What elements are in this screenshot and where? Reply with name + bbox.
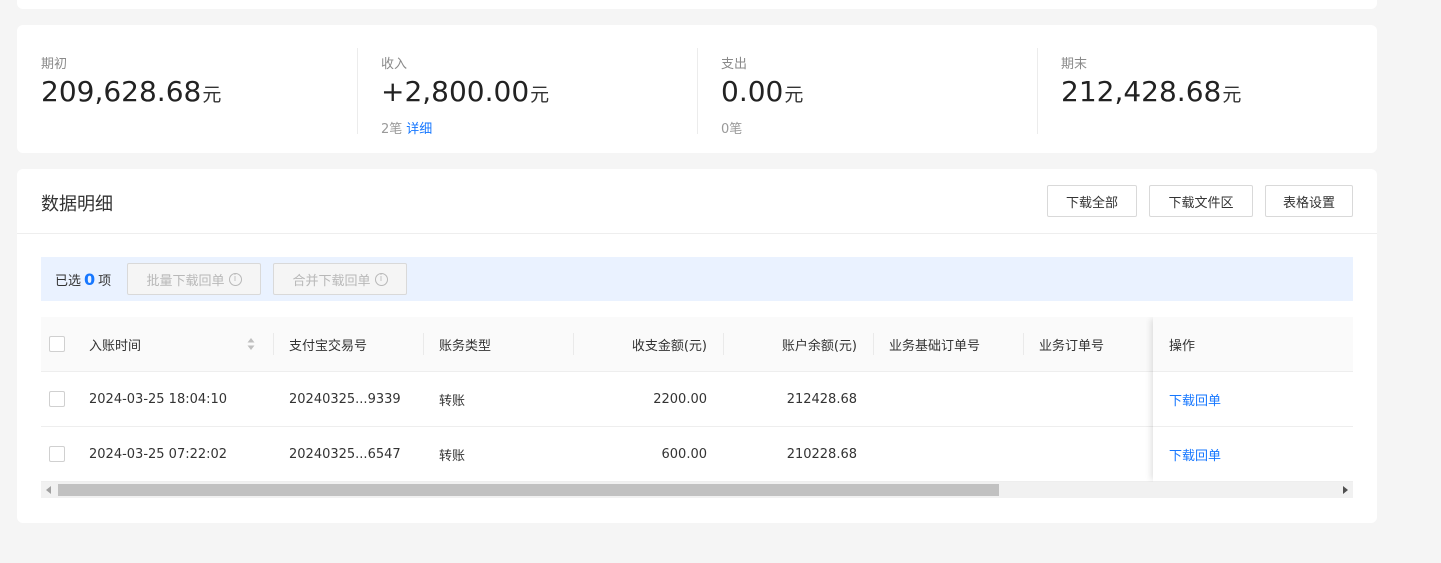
summary-opening: 期初 209,628.68元 bbox=[41, 25, 357, 153]
selection-bar: 已选 0 项 批量下载回单 i 合并下载回单 i bbox=[41, 257, 1353, 301]
income-count: 2笔 bbox=[381, 122, 403, 137]
download-receipt-link[interactable]: 下载回单 bbox=[1169, 445, 1221, 464]
col-order: 业务订单号 bbox=[1039, 339, 1105, 354]
info-icon: i bbox=[374, 272, 388, 286]
batch-download-label: 批量下载回单 bbox=[146, 273, 225, 289]
opening-label: 期初 bbox=[41, 57, 68, 72]
summary-divider bbox=[1037, 48, 1038, 134]
cell-time: 2024-03-25 07:22:02 bbox=[89, 447, 228, 462]
income-detail-link[interactable]: 详细 bbox=[406, 122, 432, 137]
income-unit: 元 bbox=[530, 84, 550, 106]
summary-divider bbox=[357, 48, 358, 134]
detail-divider bbox=[17, 233, 1377, 234]
summary-income: 收入 +2,800.00元 2笔 详细 bbox=[381, 25, 697, 153]
horizontal-scrollbar[interactable] bbox=[41, 482, 1353, 498]
col-base-order: 业务基础订单号 bbox=[889, 339, 981, 354]
col-amount: 收支金额(元) bbox=[631, 339, 707, 354]
col-type: 账务类型 bbox=[439, 339, 492, 354]
expense-amount: 0.00 bbox=[721, 75, 784, 108]
summary-closing: 期末 212,428.68元 bbox=[1061, 25, 1361, 153]
select-all-checkbox[interactable] bbox=[49, 336, 65, 352]
column-separator bbox=[873, 333, 874, 355]
col-action-label: 操作 bbox=[1169, 338, 1196, 354]
cell-alipay-no: 20240325...9339 bbox=[289, 392, 401, 407]
closing-value: 212,428.68元 bbox=[1061, 75, 1241, 108]
download-receipt-link[interactable]: 下载回单 bbox=[1169, 390, 1221, 409]
cell-balance: 212428.68 bbox=[786, 392, 857, 407]
closing-amount: 212,428.68 bbox=[1061, 75, 1222, 108]
batch-download-button[interactable]: 批量下载回单 i bbox=[127, 263, 261, 295]
selection-status: 已选 0 项 bbox=[55, 270, 111, 289]
summary-expense: 支出 0.00元 0笔 bbox=[721, 25, 1037, 153]
column-separator bbox=[273, 333, 274, 355]
income-amount: +2,800.00 bbox=[381, 75, 530, 108]
col-time[interactable]: 入账时间 bbox=[89, 317, 141, 372]
row-checkbox[interactable] bbox=[49, 391, 65, 407]
scroll-left-arrow-icon[interactable] bbox=[41, 482, 57, 498]
income-value: +2,800.00元 bbox=[381, 75, 549, 108]
summary-card: 期初 209,628.68元 收入 +2,800.00元 2笔 详细 支出 0.0… bbox=[17, 25, 1377, 153]
closing-unit: 元 bbox=[1222, 84, 1242, 106]
income-sub: 2笔 详细 bbox=[381, 118, 432, 137]
merge-download-label: 合并下载回单 bbox=[292, 273, 371, 289]
column-separator bbox=[423, 333, 424, 355]
scrollbar-thumb[interactable] bbox=[58, 484, 999, 496]
cell-amount: 2200.00 bbox=[653, 392, 707, 407]
detail-table: 入账时间 支付宝交易号 账务类型 收支金额(元) 账户余额(元) 业务基础订单号… bbox=[41, 317, 1353, 482]
cell-amount: 600.00 bbox=[661, 447, 708, 462]
opening-unit: 元 bbox=[202, 84, 222, 106]
column-separator bbox=[1023, 333, 1024, 355]
expense-unit: 元 bbox=[784, 84, 804, 106]
download-area-button[interactable]: 下载文件区 bbox=[1149, 185, 1253, 217]
info-icon: i bbox=[228, 272, 242, 286]
cell-time: 2024-03-25 18:04:10 bbox=[89, 392, 228, 407]
fixed-action-column: 操作 下载回单 下载回单 bbox=[1153, 317, 1353, 482]
action-cell: 下载回单 bbox=[1153, 372, 1353, 427]
col-balance: 账户余额(元) bbox=[781, 339, 857, 354]
col-action: 操作 bbox=[1153, 317, 1353, 372]
expense-label: 支出 bbox=[721, 57, 748, 72]
expense-count: 0笔 bbox=[721, 122, 743, 137]
selection-count: 0 bbox=[84, 270, 96, 289]
expense-value: 0.00元 bbox=[721, 75, 803, 108]
download-all-button[interactable]: 下载全部 bbox=[1047, 185, 1137, 217]
top-card bbox=[17, 0, 1377, 9]
detail-card: 数据明细 下载全部 下载文件区 表格设置 已选 0 项 批量下载回单 i 合并下载回单… bbox=[17, 169, 1377, 523]
opening-value: 209,628.68元 bbox=[41, 75, 221, 108]
cell-type: 转账 bbox=[439, 449, 466, 464]
selection-prefix: 已选 bbox=[55, 274, 82, 289]
scroll-right-arrow-icon[interactable] bbox=[1337, 482, 1353, 498]
closing-label: 期末 bbox=[1061, 57, 1088, 72]
cell-alipay-no: 20240325...6547 bbox=[289, 447, 401, 462]
cell-balance: 210228.68 bbox=[786, 447, 857, 462]
action-cell: 下载回单 bbox=[1153, 427, 1353, 482]
cell-type: 转账 bbox=[439, 394, 466, 409]
col-alipay-no: 支付宝交易号 bbox=[289, 339, 368, 354]
selection-suffix: 项 bbox=[98, 274, 112, 289]
detail-title: 数据明细 bbox=[41, 194, 113, 215]
row-checkbox[interactable] bbox=[49, 446, 65, 462]
sort-icon[interactable] bbox=[247, 337, 255, 351]
income-label: 收入 bbox=[381, 57, 408, 72]
merge-download-button[interactable]: 合并下载回单 i bbox=[273, 263, 407, 295]
table-settings-button[interactable]: 表格设置 bbox=[1265, 185, 1353, 217]
opening-amount: 209,628.68 bbox=[41, 75, 202, 108]
summary-divider bbox=[697, 48, 698, 134]
expense-sub: 0笔 bbox=[721, 118, 742, 137]
